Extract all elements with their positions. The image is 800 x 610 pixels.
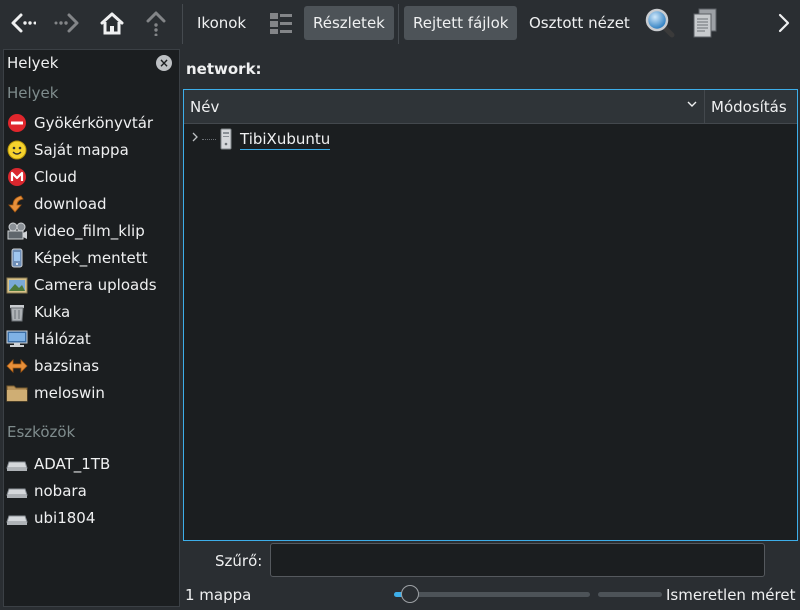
film-icon: [6, 220, 28, 242]
share-icon: [6, 355, 28, 377]
sidebar-item-label: bazsinas: [34, 357, 100, 375]
trash-icon: [6, 301, 28, 323]
drive-icon: [6, 453, 28, 475]
image-icon: [6, 274, 28, 296]
sidebar-item-camera-uploads[interactable]: Camera uploads: [6, 272, 178, 298]
sidebar-item-meloswin[interactable]: meloswin: [6, 380, 178, 406]
root-folder-icon: [6, 112, 28, 134]
filter-label: Szűrő:: [215, 552, 263, 570]
sidebar-item-root[interactable]: Gyökérkönyvtár: [6, 110, 178, 136]
sidebar-item-label: meloswin: [34, 384, 105, 402]
expand-chevron-right-icon[interactable]: [191, 131, 199, 147]
folder-icon: [6, 382, 28, 404]
tree-connector: [202, 139, 216, 140]
up-button[interactable]: [139, 6, 173, 40]
split-view-button[interactable]: Osztott nézet: [520, 6, 639, 40]
phone-icon: [6, 247, 28, 269]
status-free-space: Ismeretlen méret: [666, 586, 796, 604]
sidebar-item-label: nobara: [34, 482, 87, 500]
sidebar-item-label: Hálózat: [34, 330, 91, 348]
places-panel: Helyek × Helyek Gyökérkönyvtár Saját map…: [3, 49, 180, 607]
sidebar-item-nobara[interactable]: nobara: [6, 478, 178, 504]
sidebar-item-ubi1804[interactable]: ubi1804: [6, 505, 178, 531]
file-view[interactable]: Név Módosítás TibiXubuntu: [183, 89, 798, 541]
sidebar-item-label: ubi1804: [34, 509, 96, 527]
location-path[interactable]: network:: [186, 60, 262, 78]
sidebar-item-download[interactable]: download: [6, 191, 178, 217]
sidebar-item-label: ADAT_1TB: [34, 455, 111, 473]
sidebar-item-bazsinas[interactable]: bazsinas: [6, 353, 178, 379]
sidebar-item-video[interactable]: video_film_klip: [6, 218, 178, 244]
column-modified-header[interactable]: Módosítás: [711, 98, 787, 116]
sidebar-item-label: Camera uploads: [34, 276, 157, 294]
sidebar-item-label: Gyökérkönyvtár: [34, 114, 154, 132]
view-list-icon: [270, 13, 292, 34]
places-panel-header: Helyek ×: [4, 50, 179, 78]
column-divider[interactable]: [704, 90, 705, 124]
table-row[interactable]: TibiXubuntu: [184, 126, 797, 152]
sidebar-item-adat-1tb[interactable]: ADAT_1TB: [6, 451, 178, 477]
home-button[interactable]: [95, 6, 129, 40]
icons-view-button[interactable]: Ikonok: [188, 6, 255, 40]
info-panel-button[interactable]: [688, 6, 722, 40]
sidebar-item-pictures[interactable]: Képek_mentett: [6, 245, 178, 271]
magnifier-icon: [645, 8, 675, 38]
icons-view-label: Ikonok: [197, 14, 247, 32]
filter-input[interactable]: [270, 543, 765, 577]
column-header: Név Módosítás: [184, 90, 797, 124]
documents-icon: [693, 8, 717, 38]
network-icon: [6, 328, 28, 350]
arrow-right-icon: [54, 13, 79, 33]
zoom-slider[interactable]: [394, 592, 590, 597]
computer-tower-icon: [218, 128, 234, 154]
toolbar: Ikonok Részletek Rejtett fájlok Osztott …: [0, 0, 800, 48]
toolbar-separator: [398, 4, 399, 44]
sidebar-item-cloud[interactable]: Cloud: [6, 164, 178, 190]
devices-section-header: Eszközök: [7, 423, 76, 441]
sidebar-item-label: Képek_mentett: [34, 249, 148, 267]
places-section-header: Helyek: [7, 84, 59, 102]
mega-icon: [6, 166, 28, 188]
places-panel-title: Helyek: [7, 54, 59, 72]
sidebar-item-trash[interactable]: Kuka: [6, 299, 178, 325]
toolbar-separator: [182, 4, 183, 44]
sidebar-item-label: Saját mappa: [34, 141, 129, 159]
zoom-slider-handle[interactable]: [400, 585, 419, 603]
hidden-files-label: Rejtett fájlok: [413, 14, 509, 32]
arrow-up-icon: [146, 11, 166, 36]
details-view-button[interactable]: Részletek: [304, 6, 394, 40]
sidebar-item-label: video_film_klip: [34, 222, 145, 240]
split-view-label: Osztott nézet: [529, 14, 630, 32]
sidebar-item-home[interactable]: Saját mappa: [6, 137, 178, 163]
column-name-header[interactable]: Név: [190, 98, 219, 116]
sidebar-item-label: Kuka: [34, 303, 71, 321]
download-icon: [6, 193, 28, 215]
more-button[interactable]: [772, 6, 796, 40]
file-name[interactable]: TibiXubuntu: [240, 130, 331, 150]
sort-chevron-down-icon: [686, 98, 698, 112]
close-icon[interactable]: ×: [156, 55, 172, 71]
status-folder-count: 1 mappa: [185, 586, 252, 604]
details-view-label: Részletek: [313, 14, 385, 32]
drive-icon: [6, 507, 28, 529]
chevron-right-icon: [778, 13, 790, 33]
sidebar-item-label: download: [34, 195, 107, 213]
hidden-files-button[interactable]: Rejtett fájlok: [404, 6, 518, 40]
search-button[interactable]: [643, 6, 677, 40]
arrow-left-icon: [11, 13, 36, 33]
free-space-bar: [598, 592, 662, 597]
sidebar-item-label: Cloud: [34, 168, 77, 186]
sidebar-item-network[interactable]: Hálózat: [6, 326, 178, 352]
compact-view-button[interactable]: [265, 6, 297, 40]
drive-icon: [6, 480, 28, 502]
back-button[interactable]: [6, 6, 40, 40]
home-icon: [100, 12, 124, 35]
smiley-icon: [6, 139, 28, 161]
forward-button[interactable]: [50, 6, 84, 40]
